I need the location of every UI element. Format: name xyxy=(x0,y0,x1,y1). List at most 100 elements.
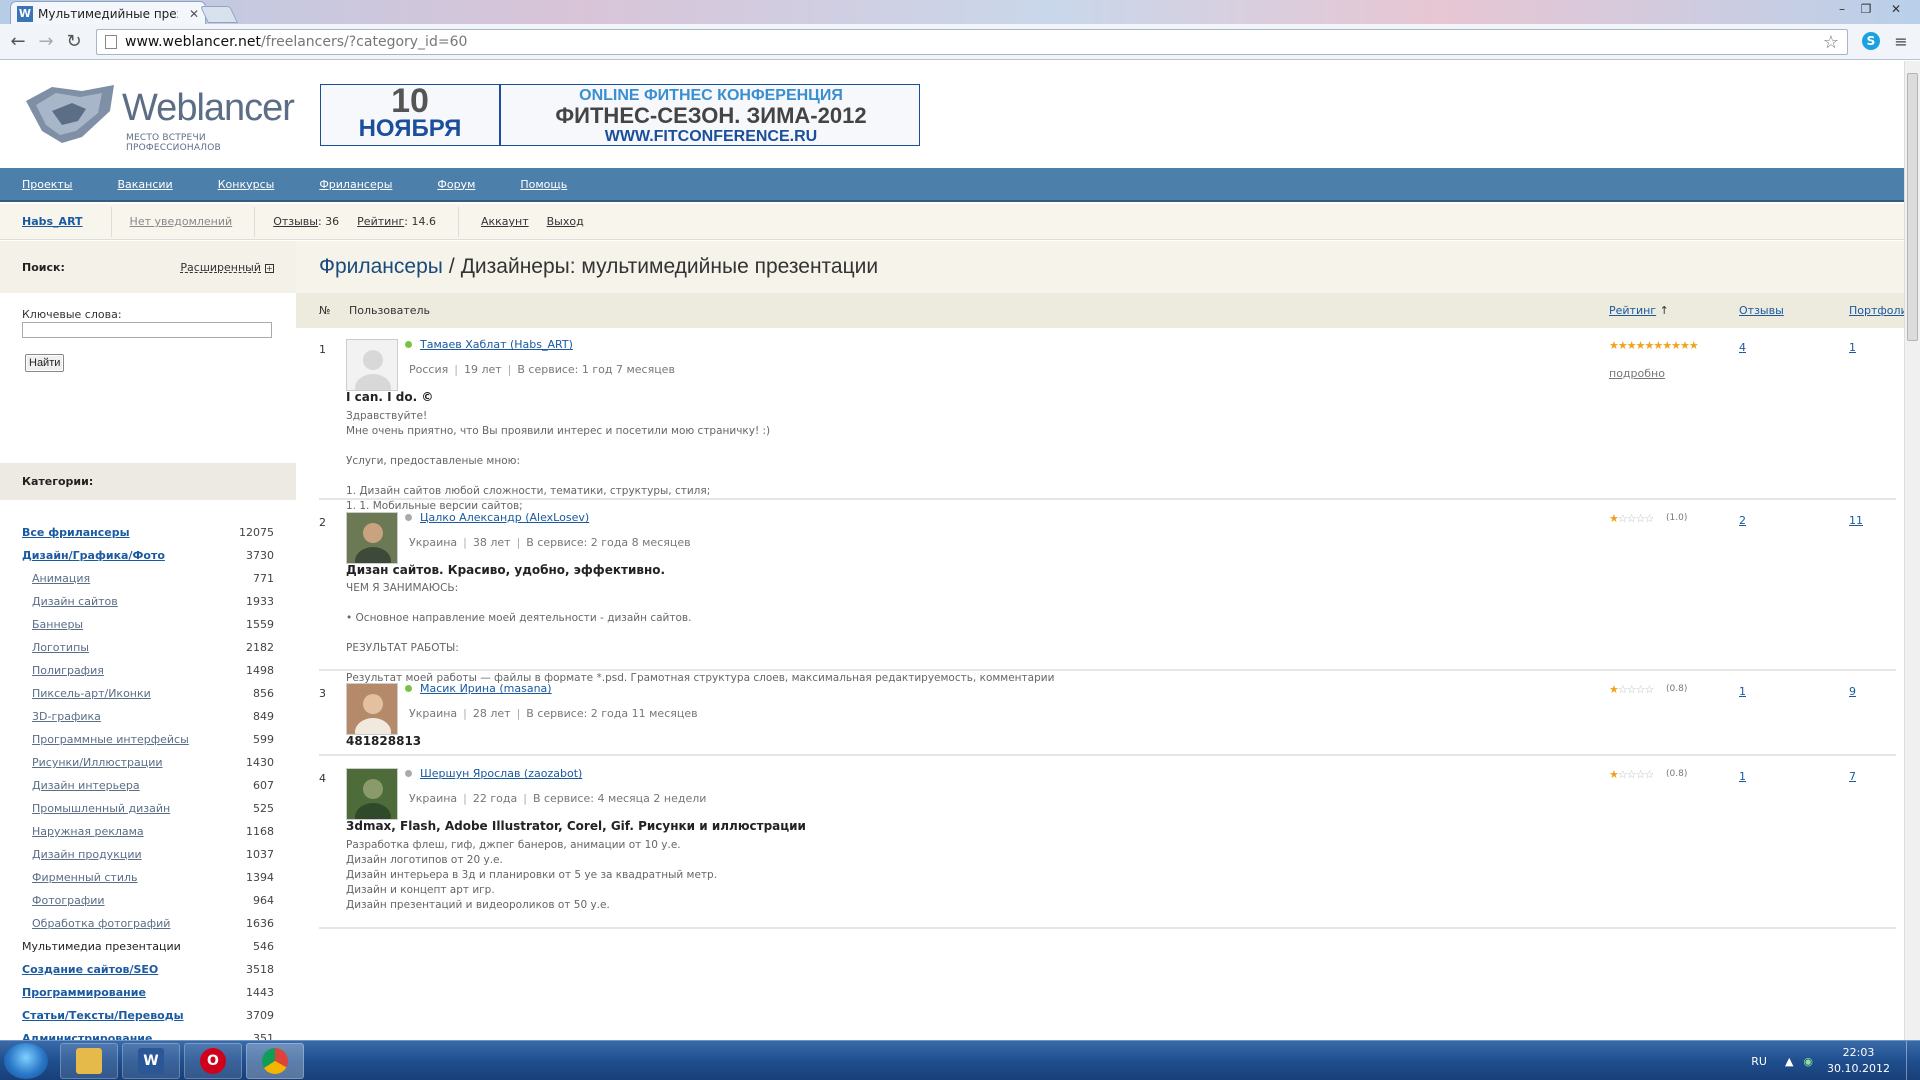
freelancer-name-link[interactable]: Шершун Ярослав (zaozabot) xyxy=(420,767,582,780)
category-item[interactable]: Статьи/Тексты/Переводы 3709 xyxy=(0,1004,296,1027)
browser-tab[interactable]: W Мультимедийные презен ✕ xyxy=(10,1,206,25)
advanced-search-toggle[interactable]: Расширенный + xyxy=(180,261,274,274)
category-item[interactable]: Обработка фотографий 1636 xyxy=(0,912,296,935)
weblancer-logo[interactable]: Weblancer МЕСТО ВСТРЕЧИ ПРОФЕССИОНАЛОВ xyxy=(22,81,295,153)
account-link[interactable]: Аккаунт xyxy=(481,215,529,228)
rating-link[interactable]: Рейтинг xyxy=(357,215,404,228)
start-button[interactable] xyxy=(4,1043,48,1079)
category-name[interactable]: Дизайн/Графика/Фото xyxy=(22,549,165,562)
nav-help[interactable]: Помощь xyxy=(520,178,567,191)
category-name[interactable]: Пиксель-арт/Иконки xyxy=(32,687,151,700)
reviews-count-link[interactable]: 1 xyxy=(1739,770,1746,783)
skype-extension-icon[interactable]: S xyxy=(1862,32,1880,50)
avatar[interactable] xyxy=(346,512,398,564)
category-item[interactable]: Дизайн продукции 1037 xyxy=(0,843,296,866)
avatar[interactable] xyxy=(346,683,398,735)
portfolio-count-link[interactable]: 1 xyxy=(1849,341,1856,354)
col-rating-sort[interactable]: Рейтинг xyxy=(1609,304,1656,317)
notifications-link[interactable]: Нет уведомлений xyxy=(130,215,233,228)
category-item[interactable]: Дизайн сайтов 1933 xyxy=(0,590,296,613)
nav-vacancies[interactable]: Вакансии xyxy=(118,178,173,191)
nav-contests[interactable]: Конкурсы xyxy=(218,178,275,191)
taskbar-explorer[interactable] xyxy=(60,1043,118,1079)
nav-projects[interactable]: Проекты xyxy=(22,178,73,191)
portfolio-count-link[interactable]: 9 xyxy=(1849,685,1856,698)
portfolio-count-link[interactable]: 11 xyxy=(1849,514,1863,527)
category-item[interactable]: Программирование 1443 xyxy=(0,981,296,1004)
category-item[interactable]: Баннеры 1559 xyxy=(0,613,296,636)
category-item[interactable]: Фотографии 964 xyxy=(0,889,296,912)
category-name[interactable]: Все фрилансеры xyxy=(22,526,130,539)
category-name[interactable]: Дизайн интерьера xyxy=(32,779,140,792)
category-name[interactable]: Фотографии xyxy=(32,894,105,907)
category-item[interactable]: Создание сайтов/SEO 3518 xyxy=(0,958,296,981)
language-indicator[interactable]: RU xyxy=(1751,1055,1767,1068)
breadcrumb-freelancers[interactable]: Фрилансеры xyxy=(319,255,443,279)
restore-icon[interactable]: ❐ xyxy=(1854,0,1878,18)
scrollbar-thumb[interactable] xyxy=(1907,73,1918,341)
category-name[interactable]: Баннеры xyxy=(32,618,83,631)
tray-arrow-icon[interactable]: ▲ xyxy=(1785,1055,1793,1068)
ad-banner[interactable]: 10 НОЯБРЯ ONLINE ФИТНЕС КОНФЕРЕНЦИЯ ФИТН… xyxy=(320,84,920,146)
category-item[interactable]: Наружная реклама 1168 xyxy=(0,820,296,843)
freelancer-name-link[interactable]: Тамаев Хаблат (Habs_ART) xyxy=(420,338,573,351)
bookmark-star-icon[interactable]: ☆ xyxy=(1823,32,1839,53)
find-button[interactable]: Найти xyxy=(25,354,65,372)
current-username[interactable]: Habs_ART xyxy=(22,215,83,228)
category-item[interactable]: 3D-графика 849 xyxy=(0,705,296,728)
page-scrollbar[interactable] xyxy=(1904,61,1920,1040)
avatar[interactable] xyxy=(346,339,398,391)
reviews-link[interactable]: Отзывы xyxy=(273,215,318,228)
category-item[interactable]: Полиграфия 1498 xyxy=(0,659,296,682)
category-item[interactable]: Рисунки/Иллюстрации 1430 xyxy=(0,751,296,774)
window-close-icon[interactable]: ✕ xyxy=(1878,0,1914,18)
nav-freelancers[interactable]: Фрилансеры xyxy=(319,178,392,191)
category-name[interactable]: 3D-графика xyxy=(32,710,101,723)
category-item[interactable]: Пиксель-арт/Иконки 856 xyxy=(0,682,296,705)
taskbar-opera[interactable]: O xyxy=(184,1043,242,1079)
reviews-count-link[interactable]: 2 xyxy=(1739,514,1746,527)
category-item[interactable]: Дизайн/Графика/Фото 3730 xyxy=(0,544,296,567)
category-name[interactable]: Наружная реклама xyxy=(32,825,144,838)
avatar[interactable] xyxy=(346,768,398,820)
freelancer-name-link[interactable]: Масик Ирина (masana) xyxy=(420,682,552,695)
category-item[interactable]: Анимация 771 xyxy=(0,567,296,590)
category-name[interactable]: Полиграфия xyxy=(32,664,104,677)
category-item[interactable]: Логотипы 2182 xyxy=(0,636,296,659)
category-item[interactable]: Администрирование 351 xyxy=(0,1027,296,1040)
show-desktop-button[interactable] xyxy=(1906,1041,1920,1080)
minimize-icon[interactable]: – xyxy=(1830,0,1854,18)
browser-menu-icon[interactable]: ≡ xyxy=(1890,30,1912,52)
category-name[interactable]: Создание сайтов/SEO xyxy=(22,963,158,976)
portfolio-count-link[interactable]: 7 xyxy=(1849,770,1856,783)
category-name[interactable]: Анимация xyxy=(32,572,90,585)
nav-forum[interactable]: Форум xyxy=(437,178,475,191)
category-name[interactable]: Администрирование xyxy=(22,1032,152,1040)
clock[interactable]: 22:03 30.10.2012 xyxy=(1827,1045,1890,1077)
category-item[interactable]: Все фрилансеры 12075 xyxy=(0,521,296,544)
reviews-count-link[interactable]: 1 xyxy=(1739,685,1746,698)
category-name[interactable]: Дизайн продукции xyxy=(32,848,142,861)
reviews-count-link[interactable]: 4 xyxy=(1739,341,1746,354)
logout-link[interactable]: Выход xyxy=(547,215,584,228)
category-item[interactable]: Мультимедиа презентации 546 xyxy=(0,935,296,958)
category-name[interactable]: Обработка фотографий xyxy=(32,917,170,930)
category-name[interactable]: Промышленный дизайн xyxy=(32,802,170,815)
category-name[interactable]: Логотипы xyxy=(32,641,89,654)
category-item[interactable]: Программные интерфейсы 599 xyxy=(0,728,296,751)
expand-plus-icon[interactable]: + xyxy=(265,263,274,273)
back-icon[interactable]: ← xyxy=(4,28,32,56)
category-name[interactable]: Рисунки/Иллюстрации xyxy=(32,756,163,769)
category-name[interactable]: Фирменный стиль xyxy=(32,871,138,884)
reload-icon[interactable]: ↻ xyxy=(60,28,88,56)
forward-icon[interactable]: → xyxy=(32,28,60,56)
rating-details-link[interactable]: подробно xyxy=(1609,367,1665,380)
keywords-input[interactable] xyxy=(22,322,272,338)
category-item[interactable]: Фирменный стиль 1394 xyxy=(0,866,296,889)
category-item[interactable]: Дизайн интерьера 607 xyxy=(0,774,296,797)
address-bar[interactable]: www.weblancer.net/freelancers/?category_… xyxy=(96,29,1848,55)
category-item[interactable]: Промышленный дизайн 525 xyxy=(0,797,296,820)
freelancer-name-link[interactable]: Цалко Александр (AlexLosev) xyxy=(420,511,589,524)
category-name[interactable]: Дизайн сайтов xyxy=(32,595,118,608)
taskbar-chrome[interactable] xyxy=(246,1043,304,1079)
